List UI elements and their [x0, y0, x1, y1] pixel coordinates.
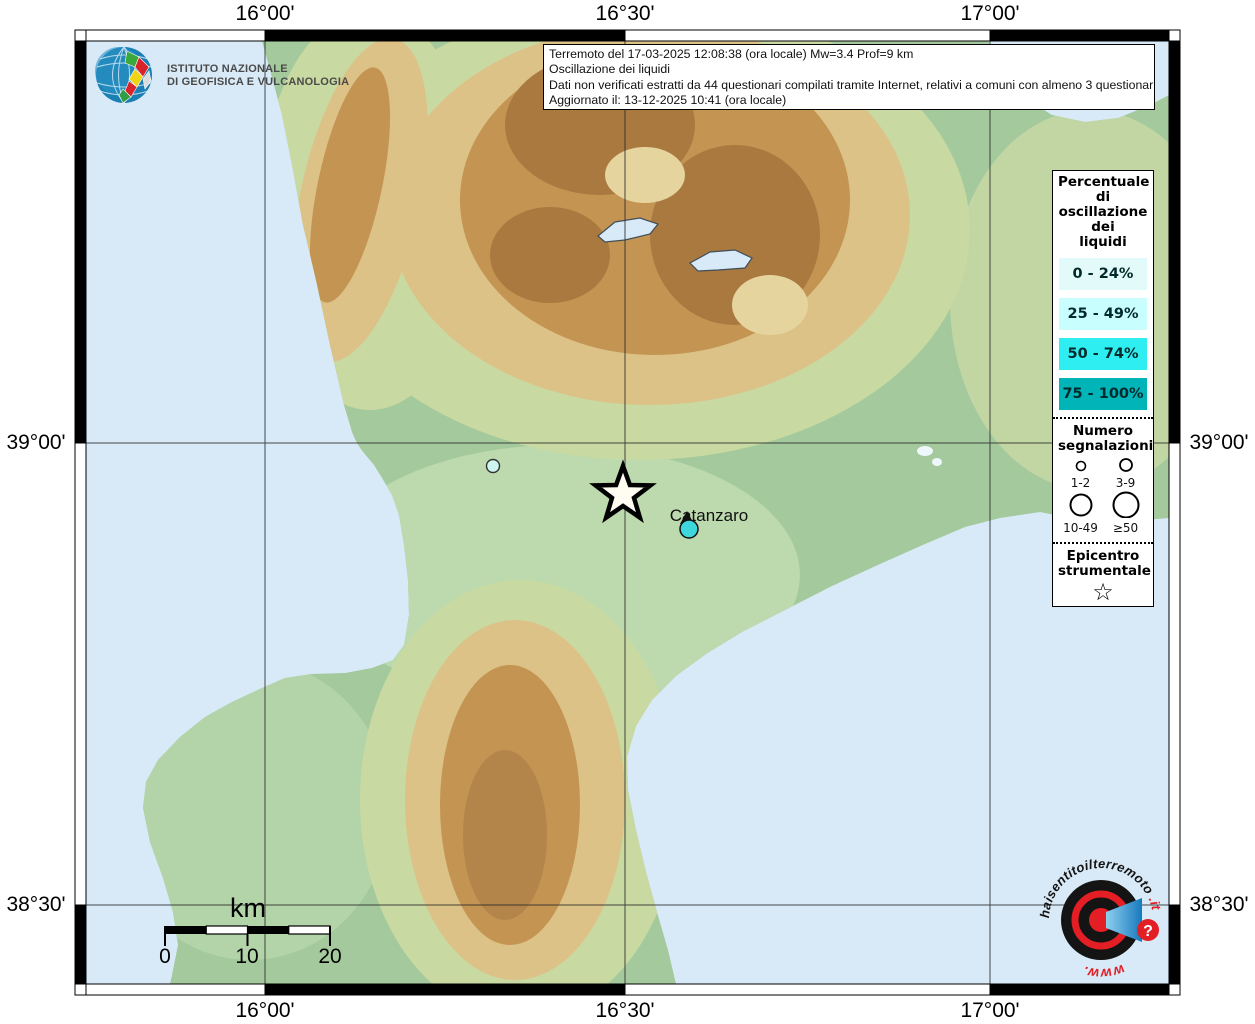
watermark-www-text: www. [1080, 962, 1127, 983]
report-circle-xlarge-icon [1111, 490, 1141, 518]
legend-swatch-25-49: 25 - 49% [1059, 298, 1147, 330]
report-circle-large-icon [1067, 490, 1095, 518]
ingv-globe-icon [92, 45, 158, 107]
legend-title-line: dei [1058, 220, 1148, 235]
city-label: Catanzaro [670, 506, 748, 525]
report-dot-weak [487, 460, 500, 473]
legend-title-line: oscillazione [1058, 205, 1148, 220]
axis-label-right-39-00: 39°00' [1189, 431, 1248, 455]
legend-title-line: strumentale [1058, 564, 1148, 579]
legend-title-line: Percentuale [1058, 175, 1148, 190]
legend-circle-label: 10-49 [1058, 522, 1103, 535]
legend-circle-50plus: ≥50 [1103, 490, 1148, 535]
ingv-logo-line2: DI GEOFISICA E VULCANOLOGIA [167, 76, 349, 90]
scalebar-unit: km [230, 893, 266, 923]
legend-circle-label: 3-9 [1103, 477, 1148, 490]
haisentitoilterremoto-logo[interactable]: ? haisentitoilterremoto .it www. [1030, 850, 1172, 992]
svg-text:www.: www. [1080, 962, 1127, 983]
axis-label-left-38-30: 38°30' [6, 893, 65, 917]
ingv-logo-text: ISTITUTO NAZIONALE DI GEOFISICA E VULCAN… [167, 63, 349, 90]
legend-circle-10-49: 10-49 [1058, 490, 1103, 535]
city-report-dot [680, 520, 698, 538]
legend-report-circles: 1-2 3-9 10-49 ≥50 [1058, 456, 1148, 535]
ingv-logo: ISTITUTO NAZIONALE DI GEOFISICA E VULCAN… [92, 45, 349, 107]
report-circle-medium-icon [1116, 456, 1136, 473]
legend-circle-label: 1-2 [1058, 477, 1103, 490]
axis-label-right-38-30: 38°30' [1189, 893, 1248, 917]
event-title: Terremoto del 17-03-2025 12:08:38 (ora l… [549, 47, 1149, 62]
axis-label-left-39-00: 39°00' [6, 431, 65, 455]
axis-label-top-16-00: 16°00' [235, 2, 294, 26]
legend-swatch-50-74: 50 - 74% [1059, 338, 1147, 370]
scalebar-tick-10: 10 [235, 945, 258, 968]
legend-circle-3-9: 3-9 [1103, 456, 1148, 490]
legend-title-line: segnalazioni [1058, 439, 1148, 454]
legend-divider [1053, 542, 1153, 544]
legend-swatch-75-100: 75 - 100% [1059, 378, 1147, 410]
scalebar-tick-0: 0 [159, 945, 171, 968]
axis-label-bottom-16-00: 16°00' [235, 999, 294, 1023]
event-info-box: Terremoto del 17-03-2025 12:08:38 (ora l… [543, 44, 1155, 110]
axis-label-bottom-16-30: 16°30' [595, 999, 654, 1023]
legend: Percentuale di oscillazione dei liquidi … [1052, 170, 1154, 607]
legend-reports-title: Numero segnalazioni [1058, 424, 1148, 454]
legend-title-line: di [1058, 190, 1148, 205]
report-circle-small-icon [1071, 456, 1091, 473]
legend-divider [1053, 417, 1153, 419]
legend-title-line: Epicentro [1058, 549, 1148, 564]
earthquake-map-page: Catanzaro km 0 10 20 [0, 0, 1255, 1024]
axis-label-top-17-00: 17°00' [960, 2, 1019, 26]
axis-label-top-16-30: 16°30' [595, 2, 654, 26]
legend-scale-title: Percentuale di oscillazione dei liquidi [1058, 175, 1148, 250]
event-subtitle: Oscillazione dei liquidi [549, 62, 1149, 77]
event-data-note: Dati non verificati estratti da 44 quest… [549, 78, 1149, 93]
legend-circle-1-2: 1-2 [1058, 456, 1103, 490]
question-mark-glyph: ? [1143, 923, 1153, 940]
legend-title-line: Numero [1058, 424, 1148, 439]
axis-label-bottom-17-00: 17°00' [960, 999, 1019, 1023]
event-update-time: Aggiornato il: 13-12-2025 10:41 (ora loc… [549, 93, 1149, 108]
legend-title-line: liquidi [1058, 235, 1148, 250]
legend-epicenter-title: Epicentro strumentale [1058, 549, 1148, 579]
watermark-tld-text: .it [1146, 894, 1164, 911]
epicenter-legend-star-icon: ☆ [1058, 579, 1148, 605]
ingv-logo-line1: ISTITUTO NAZIONALE [167, 63, 349, 77]
legend-swatch-0-24: 0 - 24% [1059, 258, 1147, 290]
scalebar-tick-20: 20 [318, 945, 341, 968]
legend-circle-label: ≥50 [1103, 522, 1148, 535]
